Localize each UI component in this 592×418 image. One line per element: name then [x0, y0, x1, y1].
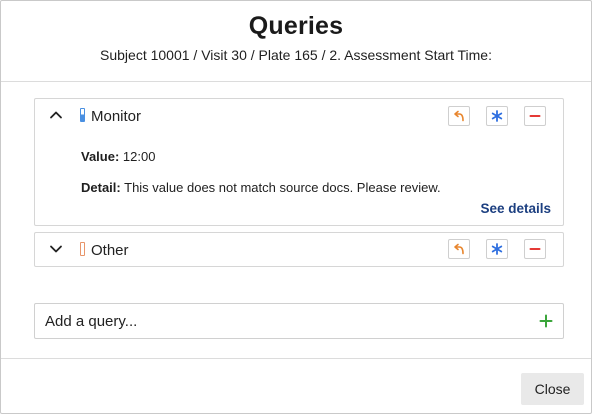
minus-icon	[529, 115, 541, 117]
query-name: Monitor	[91, 108, 142, 125]
reply-button[interactable]	[448, 106, 470, 126]
value-label: Value:	[81, 149, 120, 164]
escalate-button[interactable]	[486, 239, 508, 259]
chevron-up-icon[interactable]	[49, 108, 63, 122]
asterisk-icon	[491, 110, 503, 122]
remove-button[interactable]	[524, 239, 546, 259]
reply-icon	[454, 110, 464, 122]
other-flag-icon	[80, 242, 85, 256]
escalate-button[interactable]	[486, 106, 508, 126]
monitor-flag-icon	[80, 108, 85, 122]
dialog-header: Queries Subject 10001 / Visit 30 / Plate…	[1, 1, 591, 82]
query-card-monitor: Monitor Value: 12:00 Detail: This value …	[34, 98, 564, 226]
see-details-link[interactable]: See details	[480, 201, 551, 216]
asterisk-icon	[491, 243, 503, 255]
add-query-row[interactable]: Add a query...	[34, 303, 564, 339]
add-query-input[interactable]: Add a query...	[45, 313, 137, 330]
close-button[interactable]: Close	[521, 373, 584, 405]
reply-icon	[454, 243, 464, 255]
minus-icon	[529, 248, 541, 250]
query-card-other: Other	[34, 232, 564, 267]
chevron-down-icon[interactable]	[49, 242, 63, 256]
dialog-subtitle: Subject 10001 / Visit 30 / Plate 165 / 2…	[100, 47, 492, 63]
dialog-title: Queries	[248, 12, 344, 40]
query-name: Other	[91, 242, 129, 259]
value-text: 12:00	[122, 149, 156, 164]
query-detail: Detail: This value does not match source…	[81, 180, 441, 195]
query-value: Value: 12:00	[81, 149, 155, 164]
reply-button[interactable]	[448, 239, 470, 259]
queries-dialog: Queries Subject 10001 / Visit 30 / Plate…	[0, 0, 592, 414]
detail-label: Detail:	[81, 180, 121, 195]
remove-button[interactable]	[524, 106, 546, 126]
plus-icon[interactable]	[539, 314, 553, 328]
detail-text: This value does not match source docs. P…	[124, 180, 441, 195]
dialog-footer: Close	[1, 358, 591, 414]
